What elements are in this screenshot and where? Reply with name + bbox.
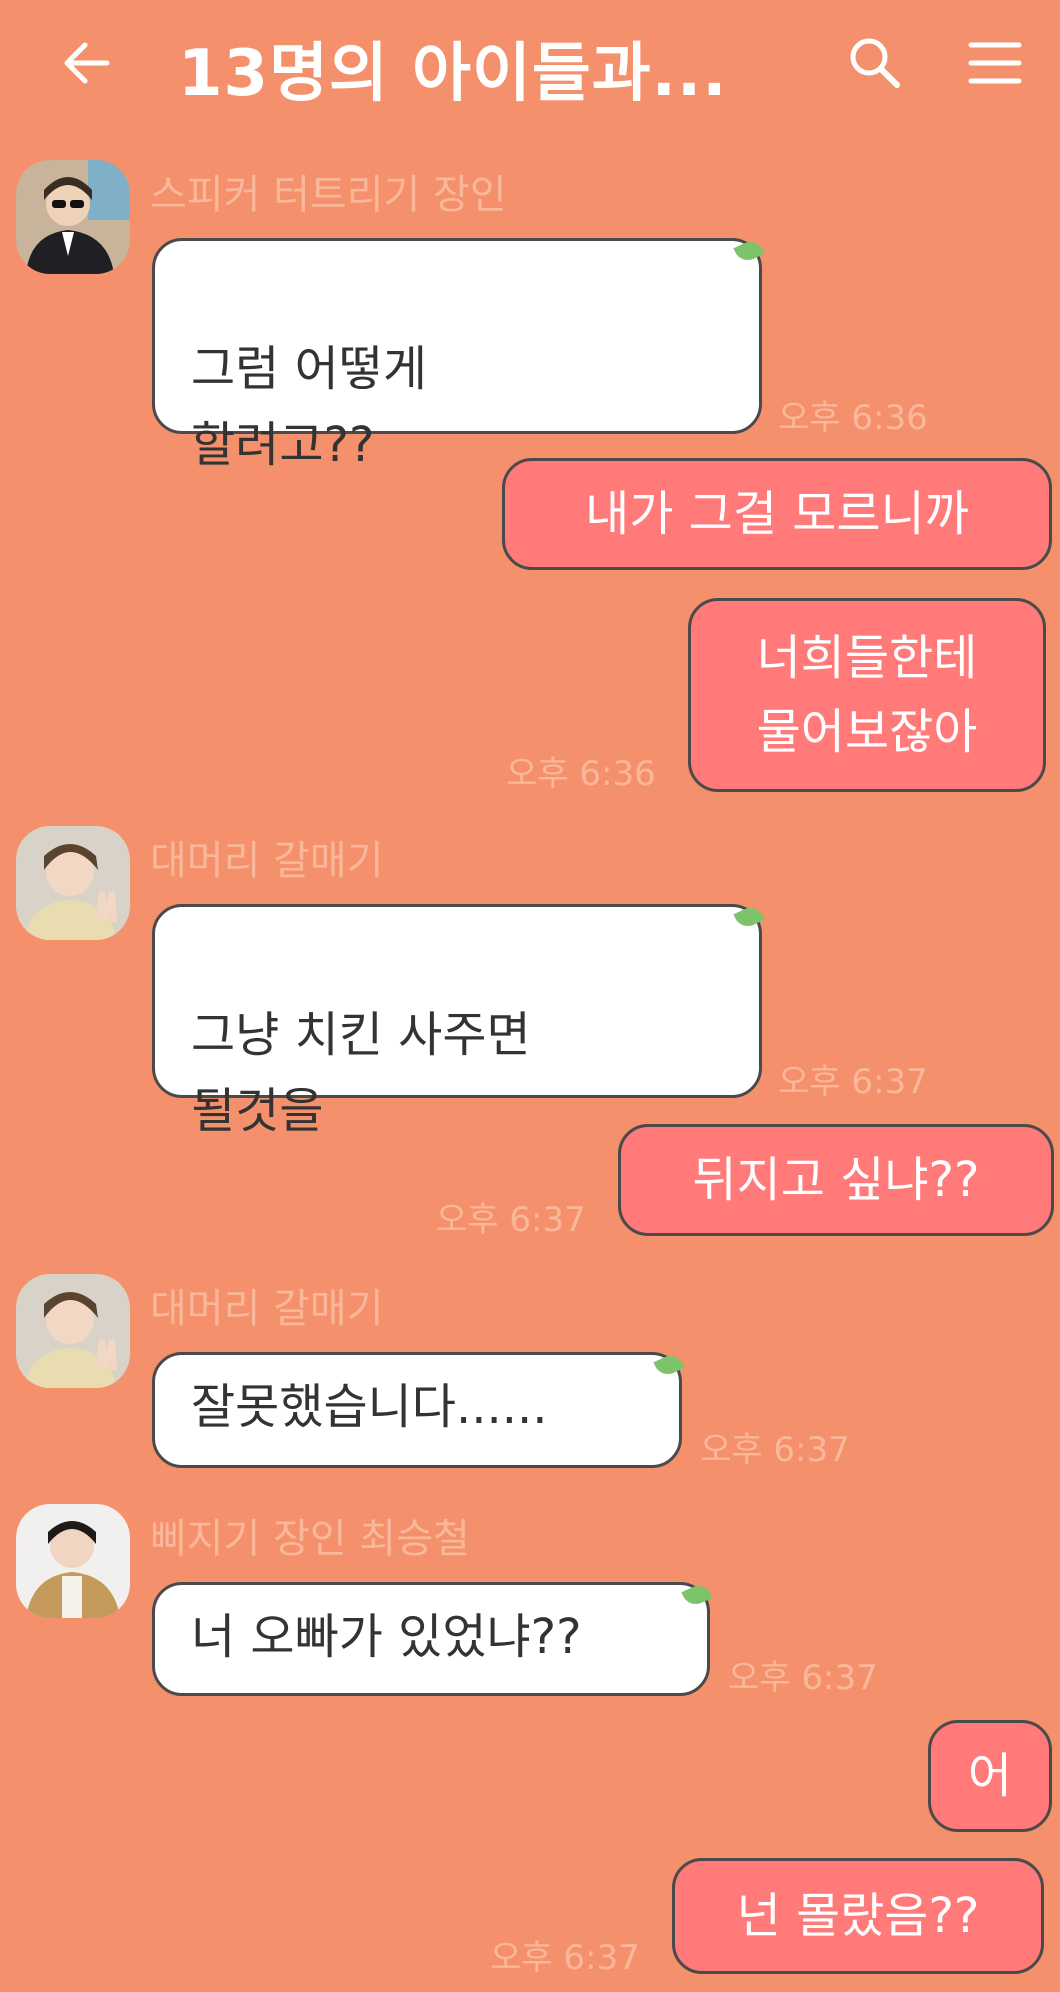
hamburger-menu-icon [968, 42, 1022, 84]
message-bubble-incoming[interactable]: 그럼 어떻게 할려고?? [152, 238, 762, 473]
message-bubble-outgoing[interactable]: 내가 그걸 모르니까 [502, 458, 1052, 570]
chat-title: 13명의 아이들과... [178, 37, 728, 111]
message-bubble-incoming[interactable]: 너 오빠가 있었냐?? [152, 1582, 710, 1696]
message-bubble-outgoing[interactable]: 뒤지고 싶냐?? [618, 1124, 1054, 1236]
message-text: 그냥 치킨 사주면 될것을 [191, 1007, 531, 1139]
message-time: 오후 6:37 [436, 1200, 586, 1240]
back-arrow-icon [64, 42, 110, 84]
message-text: 그럼 어떻게 할려고?? [191, 341, 428, 473]
sender-avatar[interactable] [16, 1504, 130, 1618]
message-bubble-outgoing[interactable]: 어 [928, 1720, 1052, 1832]
sender-name: 대머리 갈매기 [150, 838, 384, 884]
chat-header: 13명의 아이들과... [0, 0, 1060, 125]
avatar-image [16, 160, 130, 274]
message-time: 오후 6:36 [778, 398, 928, 438]
message-text: 너희들한테 물어보잖아 [756, 630, 978, 760]
message-time: 오후 6:37 [490, 1938, 640, 1978]
sender-avatar[interactable] [16, 160, 130, 274]
search-button[interactable] [840, 28, 910, 98]
message-time: 오후 6:37 [700, 1430, 850, 1470]
message-bubble-outgoing[interactable]: 너희들한테 물어보잖아 [688, 598, 1046, 792]
search-icon [850, 38, 900, 88]
message-text: 잘못했습니다...... [191, 1379, 548, 1435]
avatar-image [16, 1504, 130, 1618]
message-bubble-incoming[interactable]: 그냥 치킨 사주면 될것을 [152, 904, 762, 1139]
sender-avatar[interactable] [16, 826, 130, 940]
sender-name: 삐지기 장인 최승철 [150, 1516, 470, 1562]
avatar-image [16, 826, 130, 940]
message-text: 내가 그걸 모르니까 [585, 486, 969, 542]
menu-button[interactable] [960, 28, 1030, 98]
back-button[interactable] [52, 28, 122, 98]
sender-name: 대머리 갈매기 [150, 1286, 384, 1332]
message-text: 넌 몰랐음?? [736, 1888, 980, 1944]
sender-avatar[interactable] [16, 1274, 130, 1388]
sender-name: 스피커 터트리기 장인 [150, 172, 507, 218]
message-bubble-incoming[interactable]: 잘못했습니다...... [152, 1352, 682, 1468]
message-bubble-outgoing[interactable]: 넌 몰랐음?? [672, 1858, 1044, 1974]
message-text: 너 오빠가 있었냐?? [191, 1609, 582, 1665]
message-time: 오후 6:36 [506, 754, 656, 794]
avatar-image [16, 1274, 130, 1388]
message-time: 오후 6:37 [728, 1658, 878, 1698]
message-text: 어 [967, 1748, 1013, 1804]
message-text: 뒤지고 싶냐?? [692, 1152, 980, 1208]
message-time: 오후 6:37 [778, 1062, 928, 1102]
